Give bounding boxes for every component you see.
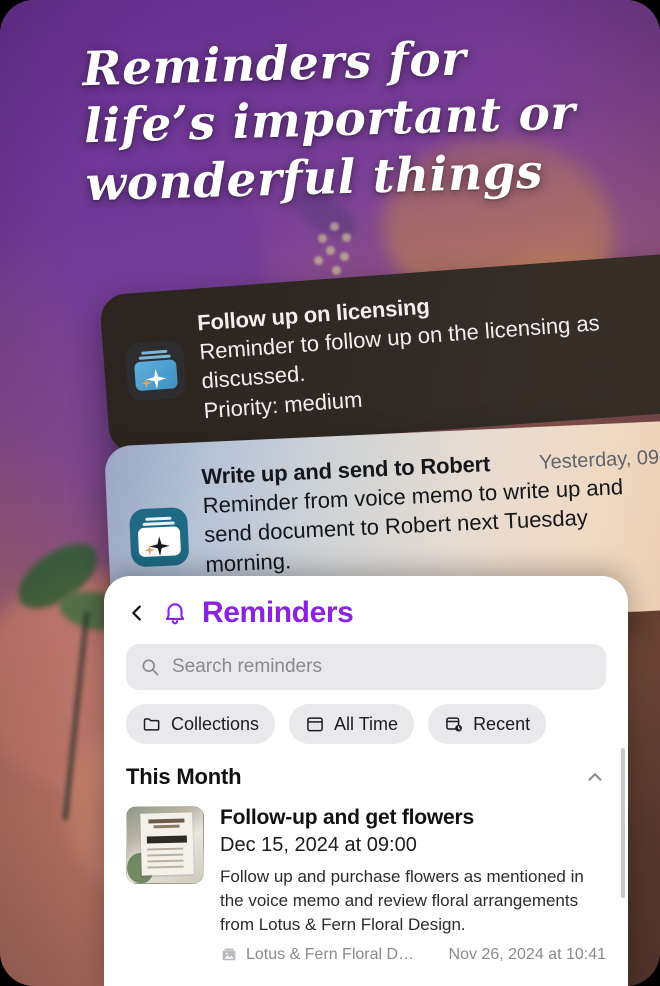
hero-headline: Reminders for life’s important or wonder… (82, 27, 607, 213)
section-header-this-month[interactable]: This Month (104, 760, 628, 796)
folder-icon (143, 718, 160, 731)
back-chevron-icon[interactable] (126, 602, 148, 624)
reminders-sparkle-icon (128, 507, 190, 568)
filter-chips: Collections All Time Recent (104, 690, 628, 744)
reminder-date: Dec 15, 2024 at 09:00 (220, 834, 417, 856)
reminder-title: Follow-up and get flowers (220, 806, 474, 829)
search-input[interactable] (172, 656, 592, 678)
panel-header: Reminders (104, 576, 628, 634)
filter-chip-all-time[interactable]: All Time (289, 704, 415, 744)
image-icon (222, 949, 236, 961)
section-title: This Month (126, 764, 242, 789)
filter-chip-collections[interactable]: Collections (126, 704, 276, 744)
filter-chip-recent[interactable]: Recent (428, 704, 547, 744)
bell-icon (165, 603, 185, 625)
calendar-icon (307, 717, 323, 732)
app-screenshot: Reminders for life’s important or wonder… (0, 0, 660, 986)
reminder-thumbnail (126, 806, 204, 884)
filter-chip-label: All Time (334, 713, 399, 734)
reminder-timestamp: Nov 26, 2024 at 10:41 (448, 946, 606, 964)
search-wrapper (104, 634, 628, 690)
reminders-sparkle-icon (124, 339, 187, 402)
reminder-source: Lotus & Fern Floral De… (246, 946, 421, 964)
page-title: Reminders (202, 596, 354, 629)
reminder-description: Follow up and purchase flowers as mentio… (220, 867, 584, 935)
chevron-up-icon[interactable] (584, 766, 606, 788)
list-item[interactable]: Follow-up and get flowers Dec 15, 2024 a… (104, 796, 628, 964)
reminders-list: This Month Follow-up and get flowers Dec… (104, 744, 628, 986)
calendar-clock-icon (446, 717, 462, 732)
reminder-footer: Lotus & Fern Floral De… Nov 26, 2024 at … (220, 946, 606, 964)
reminders-panel: Reminders Collections (104, 576, 628, 986)
list-scrollbar[interactable] (621, 748, 625, 898)
filter-chip-label: Recent (473, 713, 531, 734)
filter-chip-label: Collections (171, 713, 260, 734)
search-field[interactable] (126, 644, 606, 690)
search-icon (142, 659, 159, 676)
